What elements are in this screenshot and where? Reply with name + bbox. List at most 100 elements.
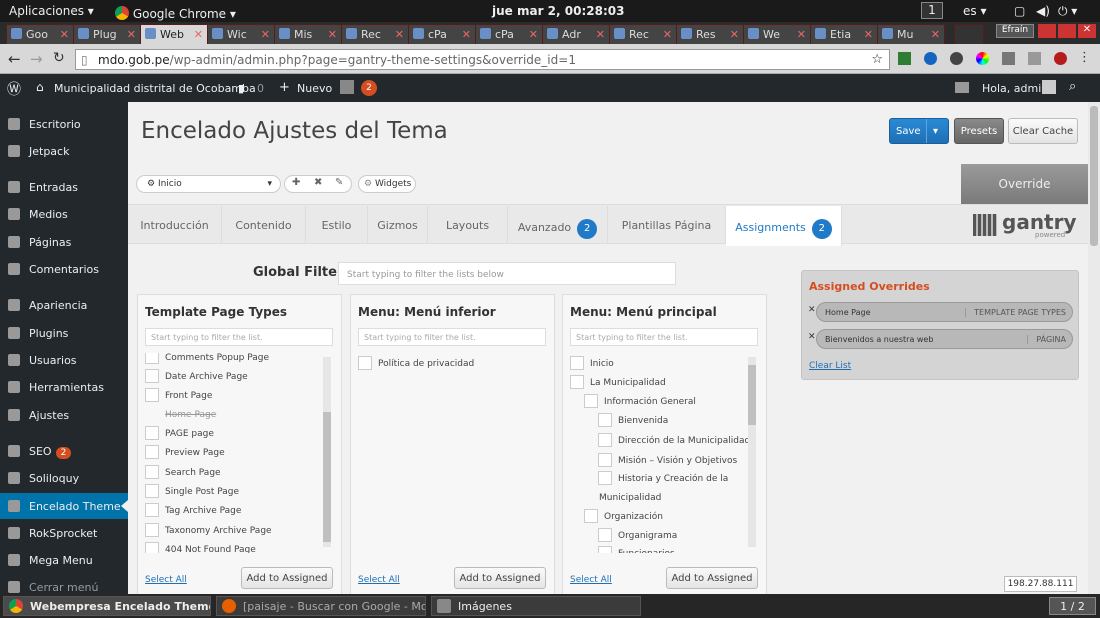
list-item[interactable]: Organización <box>604 512 663 522</box>
remove-icon[interactable]: ✕ <box>808 332 816 342</box>
browser-tab[interactable]: Etia ✕ <box>810 24 878 44</box>
browser-tab[interactable]: Adr ✕ <box>542 24 610 44</box>
sidebar-item-herramientas[interactable]: Herramientas <box>0 374 128 400</box>
select-all-link[interactable]: Select All <box>145 575 187 585</box>
menu-kebab-icon[interactable]: ⋮ <box>1078 50 1091 65</box>
list-item[interactable]: Front Page <box>165 391 212 401</box>
close-icon[interactable]: ✕ <box>127 28 136 41</box>
close-icon[interactable]: ✕ <box>864 28 873 41</box>
close-icon[interactable]: ✕ <box>194 28 203 41</box>
checkbox[interactable] <box>584 509 598 523</box>
add-to-assigned-button[interactable]: Add to Assigned <box>454 567 546 589</box>
browser-tab[interactable]: Mu ✕ <box>877 24 945 44</box>
extension-icon[interactable] <box>976 52 989 65</box>
sidebar-item-comentarios[interactable]: Comentarios <box>0 256 128 282</box>
list-item[interactable]: PAGE page <box>165 429 214 439</box>
profile-badge[interactable]: Efraín <box>996 24 1034 38</box>
list-item[interactable]: Home Page <box>165 410 216 420</box>
list-scrollbar[interactable] <box>748 357 756 547</box>
checkbox[interactable] <box>145 484 159 498</box>
sidebar-item-roksprocket[interactable]: RokSprocket <box>0 520 128 546</box>
wordpress-logo-icon[interactable]: Ⓦ <box>7 79 21 99</box>
browser-tab[interactable]: Rec ✕ <box>609 24 677 44</box>
browser-tab[interactable]: cPa ✕ <box>475 24 543 44</box>
sidebar-item-seo[interactable]: SEO 2 <box>0 438 128 464</box>
close-icon[interactable]: ✕ <box>395 28 404 41</box>
search-icon[interactable]: ⌕ <box>1069 79 1076 94</box>
sidebar-item-soliloquy[interactable]: Soliloquy <box>0 465 128 491</box>
page-scrollbar-thumb[interactable] <box>1090 106 1098 246</box>
browser-tab[interactable]: Res ✕ <box>676 24 744 44</box>
list-item[interactable]: 404 Not Found Page <box>165 545 256 553</box>
checkbox[interactable] <box>584 394 598 408</box>
add-to-assigned-button[interactable]: Add to Assigned <box>241 567 333 589</box>
extension-icon[interactable] <box>1054 52 1067 65</box>
checkbox[interactable] <box>358 356 372 370</box>
sidebar-item-usuarios[interactable]: Usuarios <box>0 347 128 373</box>
browser-tab[interactable]: Web ✕ <box>140 24 208 44</box>
page-scrollbar[interactable] <box>1088 102 1100 594</box>
list-item[interactable]: Search Page <box>165 468 221 478</box>
active-app-menu[interactable]: Google Chrome ▾ <box>115 4 236 21</box>
language-indicator[interactable]: es ▾ <box>963 4 986 18</box>
checkbox[interactable] <box>598 453 612 467</box>
close-icon[interactable]: ✕ <box>328 28 337 41</box>
sidebar-item-mega-menu[interactable]: Mega Menu <box>0 547 128 573</box>
global-filter-input[interactable]: Start typing to filter the lists below <box>338 262 676 285</box>
tab-introducci-n[interactable]: Introducción <box>128 206 222 244</box>
tab-contenido[interactable]: Contenido <box>222 206 306 244</box>
yoast-icon[interactable] <box>340 80 354 94</box>
workspace-indicator[interactable]: 1 <box>921 2 943 19</box>
close-icon[interactable]: ✕ <box>261 28 270 41</box>
greeting-link[interactable]: Hola, admin <box>982 82 1048 95</box>
avatar[interactable] <box>1042 80 1056 94</box>
delete-icon[interactable]: ✖ <box>314 177 322 188</box>
maximize-button[interactable] <box>1058 24 1076 38</box>
extension-icon[interactable] <box>950 52 963 65</box>
tab-gizmos[interactable]: Gizmos <box>368 206 428 244</box>
list-scrollbar-thumb[interactable] <box>323 412 331 542</box>
browser-tab[interactable]: Wic ✕ <box>207 24 275 44</box>
list-item[interactable]: Comments Popup Page <box>165 353 269 363</box>
list-item[interactable]: Date Archive Page <box>165 372 248 382</box>
sidebar-item-entradas[interactable]: Entradas <box>0 174 128 200</box>
checkbox[interactable] <box>145 353 159 364</box>
new-link[interactable]: Nuevo <box>297 82 332 95</box>
new-tab-button[interactable] <box>954 24 984 44</box>
tab-avanzado[interactable]: Avanzado 2 <box>508 206 608 244</box>
close-icon[interactable]: ✕ <box>596 28 605 41</box>
close-icon[interactable]: ✕ <box>797 28 806 41</box>
checkbox[interactable] <box>570 375 584 389</box>
workspace-pager[interactable]: 1 / 2 <box>1049 597 1096 615</box>
checkbox[interactable] <box>145 388 159 402</box>
close-window-button[interactable]: ✕ <box>1078 24 1096 38</box>
browser-tab[interactable]: Mis ✕ <box>274 24 342 44</box>
remove-icon[interactable]: ✕ <box>808 305 816 315</box>
override-tab[interactable]: Override <box>961 164 1088 204</box>
minimize-button[interactable] <box>1038 24 1056 38</box>
close-icon[interactable]: ✕ <box>462 28 471 41</box>
checkbox[interactable] <box>145 445 159 459</box>
list-item[interactable]: La Municipalidad <box>590 378 666 388</box>
checkbox[interactable] <box>598 413 612 427</box>
checkbox[interactable] <box>145 523 159 537</box>
clear-cache-button[interactable]: Clear Cache <box>1008 118 1078 144</box>
notification-icon[interactable] <box>955 82 969 93</box>
checkbox[interactable] <box>145 542 159 553</box>
sidebar-item-medios[interactable]: Medios <box>0 201 128 227</box>
tab-layouts[interactable]: Layouts <box>428 206 508 244</box>
task-firefox[interactable]: [paisaje - Buscar con Google - Mo... <box>216 596 426 616</box>
override-select[interactable]: ⚙ Inicio ▾ <box>136 175 281 193</box>
list-scrollbar[interactable] <box>323 357 331 547</box>
volume-icon[interactable]: ◀) <box>1036 4 1050 18</box>
checkbox[interactable] <box>145 369 159 383</box>
task-images[interactable]: Imágenes <box>431 596 641 616</box>
list-item[interactable]: Información General <box>604 397 696 407</box>
extension-icon[interactable] <box>1028 52 1041 65</box>
list-scrollbar-thumb[interactable] <box>748 365 756 425</box>
close-icon[interactable]: ✕ <box>931 28 940 41</box>
sidebar-item-jetpack[interactable]: Jetpack <box>0 138 128 164</box>
tab-estilo[interactable]: Estilo <box>306 206 368 244</box>
close-icon[interactable]: ✕ <box>730 28 739 41</box>
list-item[interactable]: Organigrama <box>618 531 677 541</box>
